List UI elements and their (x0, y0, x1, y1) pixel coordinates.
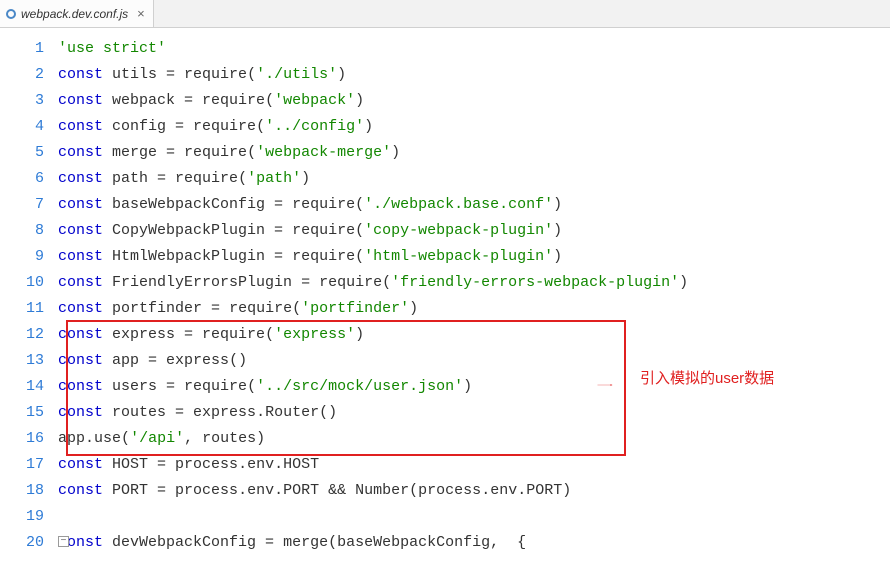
code-line[interactable]: const baseWebpackConfig = require('./web… (58, 192, 890, 218)
code-line[interactable]: const portfinder = require('portfinder') (58, 296, 890, 322)
line-number: 12 (0, 322, 44, 348)
code-line[interactable]: const path = require('path') (58, 166, 890, 192)
line-number: 17 (0, 452, 44, 478)
code-line[interactable]: const routes = express.Router() (58, 400, 890, 426)
line-number: 18 (0, 478, 44, 504)
fold-icon[interactable]: − (58, 536, 69, 547)
line-number: 3 (0, 88, 44, 114)
line-number: 9 (0, 244, 44, 270)
line-number: 16 (0, 426, 44, 452)
code-line[interactable]: 'use strict' (58, 36, 890, 62)
code-line[interactable] (58, 504, 890, 530)
line-number: 11 (0, 296, 44, 322)
code-line[interactable]: const merge = require('webpack-merge') (58, 140, 890, 166)
line-number: 1 (0, 36, 44, 62)
line-number: 14 (0, 374, 44, 400)
close-icon[interactable]: × (137, 6, 145, 21)
js-file-icon (6, 9, 16, 19)
file-tab[interactable]: webpack.dev.conf.js × (0, 0, 154, 27)
line-number: 8 (0, 218, 44, 244)
code-line[interactable]: const express = require('express') (58, 322, 890, 348)
line-number: 7 (0, 192, 44, 218)
code-line[interactable]: const HtmlWebpackPlugin = require('html-… (58, 244, 890, 270)
line-number: 20 (0, 530, 44, 556)
line-number: 4 (0, 114, 44, 140)
tab-bar: webpack.dev.conf.js × (0, 0, 890, 28)
code-line[interactable]: const HOST = process.env.HOST (58, 452, 890, 478)
code-editor[interactable]: 1234567891011121314151617181920 'use str… (0, 28, 890, 566)
line-number: 13 (0, 348, 44, 374)
code-line[interactable]: const utils = require('./utils') (58, 62, 890, 88)
code-line[interactable]: app.use('/api', routes) (58, 426, 890, 452)
code-line[interactable]: const CopyWebpackPlugin = require('copy-… (58, 218, 890, 244)
line-number: 2 (0, 62, 44, 88)
tab-filename: webpack.dev.conf.js (21, 7, 128, 21)
code-line[interactable]: const webpack = require('webpack') (58, 88, 890, 114)
line-number: 15 (0, 400, 44, 426)
code-line[interactable]: const devWebpackConfig = merge(baseWebpa… (58, 530, 890, 556)
annotation-text: 引入模拟的user数据 (640, 368, 800, 390)
code-area[interactable]: 'use strict'const utils = require('./uti… (58, 28, 890, 566)
code-line[interactable]: const config = require('../config') (58, 114, 890, 140)
line-number: 10 (0, 270, 44, 296)
line-number: 6 (0, 166, 44, 192)
line-number: 19 (0, 504, 44, 530)
code-line[interactable]: const FriendlyErrorsPlugin = require('fr… (58, 270, 890, 296)
line-number-gutter: 1234567891011121314151617181920 (0, 28, 58, 566)
line-number: 5 (0, 140, 44, 166)
code-line[interactable]: const PORT = process.env.PORT && Number(… (58, 478, 890, 504)
